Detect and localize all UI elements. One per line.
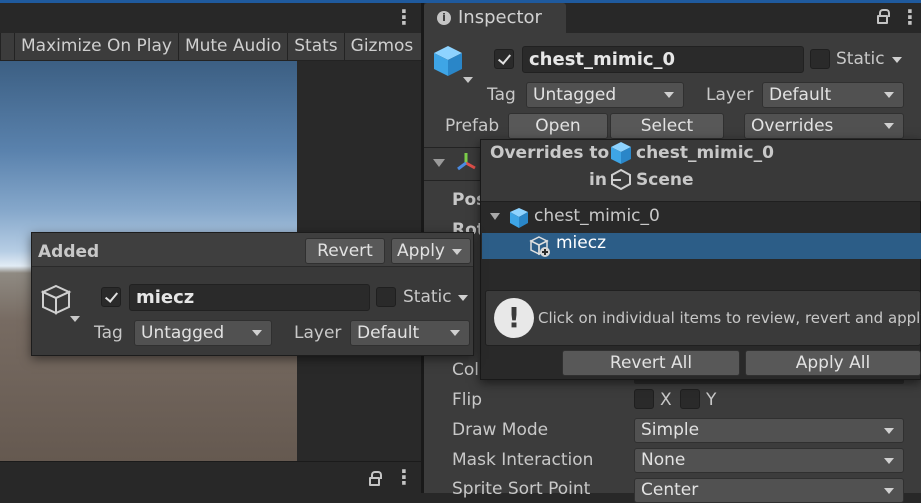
info-message-text: Click on individual items to review, rev… bbox=[538, 309, 921, 327]
overrides-scene-label: Scene bbox=[636, 170, 694, 190]
tag-label: Tag bbox=[487, 85, 516, 105]
mask-interaction-dropdown[interactable]: None bbox=[634, 448, 904, 473]
chevron-down-icon bbox=[664, 92, 674, 98]
info-message-box: ! Click on individual items to review, r… bbox=[485, 290, 921, 346]
static-checkbox[interactable] bbox=[810, 49, 830, 69]
toolbar-spacer bbox=[0, 33, 14, 60]
layer-dropdown[interactable]: Default bbox=[762, 82, 904, 108]
overrides-dropdown-label: Overrides bbox=[751, 116, 834, 136]
game-view-toolbar: Maximize On Play Mute Audio Stats Gizmos bbox=[0, 33, 421, 61]
flip-y-label: Y bbox=[706, 390, 717, 410]
revert-all-button[interactable]: Revert All bbox=[562, 350, 740, 376]
added-gameobject-icon bbox=[529, 236, 550, 257]
added-static-checkbox[interactable] bbox=[376, 287, 396, 307]
flip-x-label: X bbox=[660, 390, 672, 410]
apply-dropdown-button[interactable]: Apply bbox=[391, 238, 471, 264]
tab-inspector-label: Inspector bbox=[458, 7, 542, 28]
chevron-down-icon bbox=[450, 330, 460, 336]
bottom-panel-tab-bar: ⋮ bbox=[0, 461, 421, 493]
info-icon: i bbox=[437, 11, 451, 25]
chevron-down-icon bbox=[452, 249, 462, 255]
warning-icon: ! bbox=[494, 298, 534, 338]
prefab-select-button[interactable]: Select bbox=[610, 113, 724, 139]
static-label: Static bbox=[836, 49, 885, 69]
more-options-icon[interactable]: ⋮ bbox=[394, 463, 414, 491]
added-tag-dropdown[interactable]: Untagged bbox=[134, 320, 272, 346]
color-label: Col bbox=[452, 360, 479, 380]
layer-dropdown-value: Default bbox=[769, 85, 832, 105]
added-active-checkbox[interactable] bbox=[101, 287, 121, 307]
flip-x-checkbox[interactable] bbox=[634, 389, 654, 409]
lock-icon[interactable] bbox=[877, 9, 890, 24]
tree-item-root[interactable]: chest_mimic_0 bbox=[534, 206, 660, 226]
tree-item-child: miecz bbox=[556, 233, 607, 253]
gizmos-menu[interactable]: Gizmos bbox=[343, 33, 420, 60]
chevron-down-icon bbox=[884, 123, 894, 129]
prefab-cube-icon bbox=[611, 142, 631, 164]
game-view-tab-bar: ⋮ bbox=[0, 3, 421, 33]
object-name-field[interactable]: chest_mimic_0 bbox=[522, 46, 804, 73]
tag-dropdown[interactable]: Untagged bbox=[526, 82, 684, 108]
overrides-title-object: chest_mimic_0 bbox=[636, 143, 774, 163]
maximize-on-play-toggle[interactable]: Maximize On Play bbox=[14, 33, 178, 60]
static-dropdown-arrow-icon[interactable] bbox=[458, 295, 468, 301]
added-layer-label: Layer bbox=[294, 323, 342, 343]
foldout-arrow-icon[interactable] bbox=[433, 159, 445, 167]
added-layer-value: Default bbox=[357, 323, 420, 343]
stats-toggle[interactable]: Stats bbox=[287, 33, 343, 60]
revert-button[interactable]: Revert bbox=[305, 238, 385, 264]
chevron-down-icon bbox=[884, 457, 894, 464]
unity-scene-icon bbox=[611, 168, 631, 190]
added-layer-dropdown[interactable]: Default bbox=[350, 320, 470, 346]
apply-button-label: Apply bbox=[397, 241, 445, 261]
more-options-icon[interactable]: ⋮ bbox=[394, 3, 414, 31]
layer-label: Layer bbox=[706, 85, 754, 105]
prefab-overrides-dropdown[interactable]: Overrides bbox=[744, 113, 904, 139]
draw-mode-value: Simple bbox=[641, 420, 700, 440]
flip-label: Flip bbox=[452, 390, 483, 410]
chevron-down-icon bbox=[884, 92, 894, 98]
static-dropdown-arrow-icon[interactable] bbox=[892, 57, 902, 63]
draw-mode-dropdown[interactable]: Simple bbox=[634, 418, 904, 443]
lock-icon[interactable] bbox=[369, 471, 382, 486]
prefab-cube-icon[interactable] bbox=[432, 44, 478, 88]
added-tag-label: Tag bbox=[94, 323, 123, 343]
transform-icon bbox=[457, 153, 476, 171]
prefab-cube-icon bbox=[510, 208, 528, 228]
mask-interaction-value: None bbox=[641, 450, 686, 470]
flip-y-checkbox[interactable] bbox=[680, 389, 700, 409]
active-checkbox[interactable] bbox=[494, 49, 514, 69]
more-options-icon[interactable]: ⋮ bbox=[900, 3, 920, 31]
added-static-label: Static bbox=[403, 287, 452, 307]
added-popup-title: Added bbox=[38, 242, 100, 262]
sprite-sort-point-dropdown[interactable]: Center bbox=[634, 478, 904, 503]
overrides-title-prefix: Overrides to bbox=[490, 143, 610, 163]
tab-inspector[interactable]: i Inspector bbox=[424, 3, 566, 34]
added-tag-value: Untagged bbox=[141, 323, 225, 343]
chevron-down-icon bbox=[252, 330, 262, 336]
draw-mode-label: Draw Mode bbox=[452, 420, 549, 440]
sprite-sort-point-value: Center bbox=[641, 480, 699, 500]
mask-interaction-label: Mask Interaction bbox=[452, 450, 594, 470]
mute-audio-toggle[interactable]: Mute Audio bbox=[177, 33, 287, 60]
apply-all-button[interactable]: Apply All bbox=[745, 350, 921, 376]
sprite-sort-point-label: Sprite Sort Point bbox=[452, 479, 591, 499]
gameobject-cube-icon bbox=[40, 284, 80, 322]
prefab-label: Prefab bbox=[445, 116, 500, 136]
overrides-in-label: in bbox=[589, 170, 607, 190]
added-object-name-field[interactable]: miecz bbox=[129, 284, 370, 311]
prefab-open-button[interactable]: Open bbox=[508, 113, 608, 139]
tag-dropdown-value: Untagged bbox=[533, 85, 617, 105]
tree-expand-arrow-icon[interactable] bbox=[490, 213, 500, 220]
chevron-down-icon bbox=[884, 427, 894, 434]
